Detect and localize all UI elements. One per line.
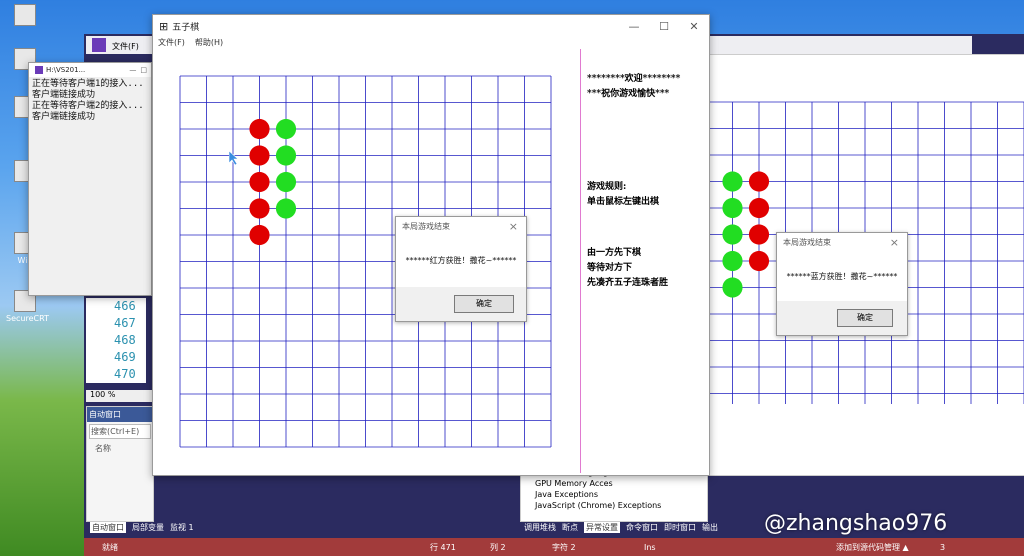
exception-item[interactable]: GPU Memory Acces [521, 478, 707, 489]
tab-locals[interactable]: 局部变量 [132, 522, 164, 533]
rule-line: 先凑齐五子连珠者胜 [587, 278, 669, 288]
welcome-line-2: ***祝你游戏愉快*** [587, 89, 670, 99]
menu-help[interactable]: 帮助(H) [195, 37, 223, 51]
tab-exception-settings[interactable]: 异常设置 [584, 522, 620, 533]
rules-detail: 由一方先下棋 等待对方下 先凑齐五子连珠者胜 [587, 246, 668, 291]
tab-command[interactable]: 命令窗口 [626, 522, 658, 533]
red-stone [748, 171, 770, 192]
console-line: 正在等待客户端1的接入... [32, 79, 144, 89]
minimize-icon[interactable]: — [129, 66, 136, 74]
tab-autos[interactable]: 自动窗口 [90, 522, 126, 533]
window-title: 五子棋 [172, 22, 200, 33]
desktop-icon[interactable] [6, 4, 44, 28]
red-stone [249, 224, 270, 246]
vs-status-bar: 就绪 行 471 列 2 字符 2 Ins 添加到源代码管理 ▲ 3 [84, 538, 1024, 556]
line-number: 468 [114, 333, 136, 347]
green-stone [722, 250, 743, 272]
rules-title: 游戏规则: [587, 182, 627, 192]
zoom-level[interactable]: 100 % [86, 390, 156, 402]
divider-line [580, 49, 581, 473]
status-add-source[interactable]: 添加到源代码管理 ▲ [836, 542, 909, 553]
console-icon [35, 66, 43, 74]
green-stone [722, 277, 743, 298]
welcome-text: ********欢迎******** ***祝你游戏愉快*** [587, 72, 680, 102]
red-stone [249, 118, 270, 140]
line-number: 469 [114, 350, 136, 364]
tab-breakpoints[interactable]: 断点 [562, 522, 578, 533]
ok-button[interactable]: 确定 [837, 309, 893, 327]
maximize-icon[interactable]: □ [140, 66, 147, 74]
vs-logo-icon [92, 38, 106, 52]
green-stone [722, 224, 743, 245]
maximize-icon[interactable]: ☐ [649, 20, 679, 33]
dialog-right-title: 本局游戏结束 [783, 238, 831, 247]
console-output: 正在等待客户端1的接入... 客户端链接成功 正在等待客户端2的接入... 客户… [29, 77, 151, 125]
status-ready: 就绪 [102, 542, 118, 552]
dialog-right: 本局游戏结束 × ******蓝方获胜！撒花~****** 确定 [776, 232, 908, 336]
rules-line: 单击鼠标左键出棋 [587, 197, 660, 207]
vs-right-tabs: 调用堆栈 断点 异常设置 命令窗口 即时窗口 输出 [524, 522, 718, 533]
autos-title: 自动窗口 [87, 407, 153, 422]
welcome-line-1: ********欢迎******** [587, 74, 681, 84]
green-stone [275, 118, 297, 140]
rule-line: 由一方先下棋 [587, 248, 642, 258]
dialog-right-message: ******蓝方获胜！撒花~****** [786, 272, 898, 281]
exception-item[interactable]: JavaScript (Chrome) Exceptions [521, 500, 707, 511]
rules-text: 游戏规则: 单击鼠标左键出棋 [587, 180, 659, 210]
app-icon: ⊞ [159, 19, 169, 33]
line-number: 466 [114, 299, 136, 313]
notification-count[interactable]: 3 [940, 543, 945, 552]
minimize-icon[interactable]: — [619, 20, 649, 33]
line-number: 467 [114, 316, 136, 330]
app-icon [14, 4, 36, 26]
mouse-cursor-icon [229, 151, 239, 165]
red-stone [748, 224, 770, 245]
close-icon[interactable]: ✕ [679, 20, 709, 33]
red-stone [249, 171, 270, 193]
red-stone [249, 145, 270, 166]
close-icon[interactable]: × [890, 233, 899, 253]
green-stone [275, 171, 297, 193]
red-stone [249, 198, 270, 219]
tab-immediate[interactable]: 即时窗口 [664, 522, 696, 533]
status-char: 字符 2 [552, 542, 576, 552]
console-title: H:\VS201... [46, 66, 86, 74]
rule-line: 等待对方下 [587, 263, 633, 273]
menu-file[interactable]: 文件(F) [158, 37, 185, 51]
tab-watch[interactable]: 监视 1 [170, 522, 194, 533]
red-stone [748, 250, 770, 272]
console-line: 客户端链接成功 [32, 90, 96, 100]
autos-panel: 自动窗口 搜索(Ctrl+E) 名称 [86, 406, 154, 522]
green-stone [722, 171, 743, 192]
status-col: 列 2 [490, 542, 506, 552]
dialog-left-title: 本局游戏结束 [402, 222, 450, 231]
exception-item[interactable]: Java Exceptions [521, 489, 707, 500]
line-number: 470 [114, 367, 136, 381]
console-line: 正在等待客户端2的接入... [32, 101, 144, 111]
tab-output[interactable]: 输出 [702, 522, 718, 533]
autos-search-input[interactable]: 搜索(Ctrl+E) [89, 424, 151, 439]
desktop-icon-label: SecureCRT [6, 314, 49, 323]
vs-line-numbers: 466 467 468 469 470 [86, 298, 146, 383]
console-window: H:\VS201... — □ 正在等待客户端1的接入... 客户端链接成功 正… [28, 62, 152, 296]
green-stone [275, 145, 297, 166]
green-stone [722, 197, 743, 219]
status-line: 行 471 [430, 542, 456, 552]
red-stone [748, 197, 770, 219]
watermark: @zhangshao976 [764, 511, 948, 536]
autos-col-name: 名称 [95, 444, 111, 453]
close-icon[interactable]: × [509, 217, 518, 237]
ok-button[interactable]: 确定 [454, 295, 514, 313]
console-line: 客户端链接成功 [32, 112, 96, 122]
dialog-left: 本局游戏结束 × ******红方获胜！撒花~****** 确定 [395, 216, 527, 322]
status-ins: Ins [644, 542, 656, 552]
vs-bottom-tabs: 自动窗口 局部变量 监视 1 [90, 522, 194, 533]
tab-call-stack[interactable]: 调用堆栈 [524, 522, 556, 533]
green-stone [275, 198, 297, 219]
vs-menu-file[interactable]: 文件(F) [112, 41, 139, 52]
dialog-left-message: ******红方获胜！撒花~****** [405, 256, 517, 265]
